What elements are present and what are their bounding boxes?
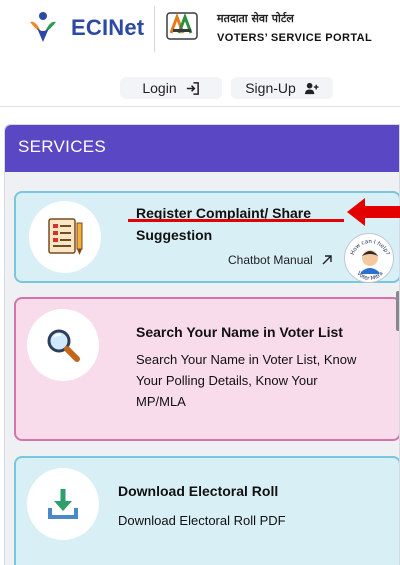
signup-button[interactable]: Sign-Up — [231, 77, 333, 99]
annotation-arrow-icon — [347, 198, 400, 226]
card-icon-circle — [29, 201, 101, 273]
chatbot-manual-link[interactable]: Chatbot Manual — [228, 253, 333, 267]
login-label: Login — [142, 80, 177, 96]
services-panel: SERVICES Register Complaint/ Share Sugge… — [4, 124, 400, 565]
card-title: Register Complaint/ Share Suggestion — [136, 205, 312, 243]
download-tray-icon — [48, 489, 78, 519]
services-title: SERVICES — [18, 137, 107, 156]
site-header: ECINet मतदाता सेवा पोर्टल VOTERS’ SERVIC… — [0, 0, 400, 70]
voter-mitra-avatar-icon: How can I help? Voter Mitra — [350, 239, 390, 282]
signup-label: Sign-Up — [245, 80, 296, 96]
card-title: Download Electoral Roll — [118, 483, 279, 499]
card-description: Search Your Name in Voter List, Know You… — [136, 352, 357, 409]
login-icon — [186, 81, 199, 95]
annotation-underline — [128, 219, 344, 222]
magnifier-icon — [47, 329, 80, 362]
register-complaint-card[interactable]: Register Complaint/ Share Suggestion Cha… — [14, 191, 399, 283]
card-icon-circle — [27, 468, 99, 540]
download-electoral-roll-card[interactable]: Download Electoral Roll Download Elector… — [14, 456, 399, 565]
services-header: SERVICES — [5, 125, 399, 172]
chatbot-manual-label: Chatbot Manual — [228, 253, 313, 267]
portal-title-hindi: मतदाता सेवा पोर्टल — [217, 12, 294, 25]
add-user-icon — [304, 82, 319, 94]
brand-name: ECINet — [71, 15, 145, 40]
eci-seal-icon — [166, 12, 198, 40]
external-arrow-icon — [322, 255, 332, 265]
header-divider — [154, 6, 155, 52]
card-icon-circle — [27, 309, 99, 381]
card-description: Download Electoral Roll PDF — [118, 513, 286, 528]
scrollbar-thumb[interactable] — [396, 291, 399, 331]
login-button[interactable]: Login — [120, 77, 222, 99]
voter-mitra-chatbot[interactable]: How can I help? Voter Mitra — [344, 233, 394, 283]
ecinet-logo-icon — [30, 12, 56, 42]
complaint-form-icon — [48, 218, 83, 255]
portal-title-english: VOTERS’ SERVICE PORTAL — [217, 32, 373, 44]
card-title: Search Your Name in Voter List — [136, 324, 343, 340]
header-separator — [0, 106, 400, 107]
search-voter-list-card[interactable]: Search Your Name in Voter List Search Yo… — [14, 297, 399, 441]
